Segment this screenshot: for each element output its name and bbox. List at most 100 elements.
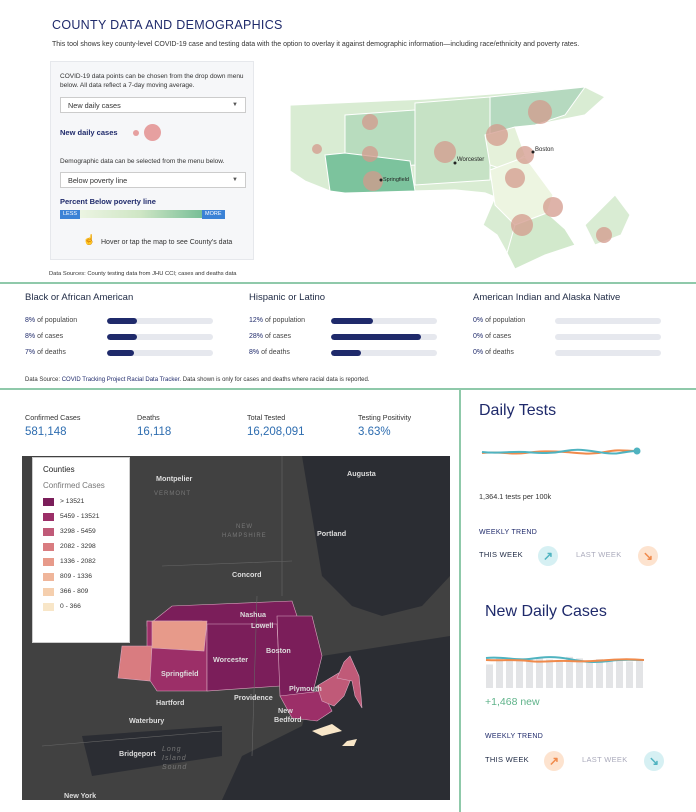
race-group-title: Hispanic or Latino xyxy=(249,292,326,303)
case-bar xyxy=(606,660,613,688)
case-bubble[interactable] xyxy=(362,114,378,130)
race-section: Black or African American 8% of populatio… xyxy=(0,284,696,388)
covid-help-text: COVID-19 data points can be chosen from … xyxy=(60,73,244,89)
state-nh-2: HAMPSHIRE xyxy=(222,533,267,539)
case-bar xyxy=(626,661,633,688)
case-bubble[interactable] xyxy=(516,146,534,164)
covid-select-value: New daily cases xyxy=(68,100,121,110)
county-fill[interactable] xyxy=(151,620,208,652)
city-new-york: New York xyxy=(64,791,96,800)
legend-swatch xyxy=(43,497,54,506)
legend-row: 366 - 809 xyxy=(43,586,99,597)
city-springfield: Springfield xyxy=(161,669,199,678)
case-bubble[interactable] xyxy=(486,124,508,146)
case-bubble[interactable] xyxy=(505,168,525,188)
race-stat-label: of cases xyxy=(264,333,292,340)
covid-legend-label: New daily cases xyxy=(60,128,118,137)
race-stat-label: of population xyxy=(37,317,78,324)
less-tag: LESS xyxy=(60,210,81,219)
race-source: Data Source: COVID Tracking Project Raci… xyxy=(25,377,370,383)
demo-help-text: Demographic data can be selected from th… xyxy=(60,158,225,165)
case-bubble[interactable] xyxy=(434,141,456,163)
weekly-trend-label: WEEKLY TREND xyxy=(485,733,544,740)
race-stat-value: 7% xyxy=(25,349,36,356)
state-nh-1: NEW xyxy=(236,524,253,530)
race-stat-bar xyxy=(107,350,213,356)
covid-data-select[interactable]: New daily cases ▼ xyxy=(60,97,246,113)
chevron-down-icon: ▼ xyxy=(232,102,238,108)
demo-select-value: Below poverty line xyxy=(68,175,128,185)
race-stat-row: 0% of cases xyxy=(473,333,511,340)
case-bar xyxy=(576,658,583,688)
ma-county-map[interactable]: Worcester Boston Springfield xyxy=(285,75,665,280)
section-title: COUNTY DATA AND DEMOGRAPHICS xyxy=(52,18,283,32)
sparkline-endpoint xyxy=(633,447,641,455)
case-bubble[interactable] xyxy=(543,197,563,217)
city-augusta: Augusta xyxy=(347,469,377,478)
new-cases-count: +1,468 new xyxy=(485,696,540,708)
map-label-worcester: Worcester xyxy=(457,157,484,163)
demographic-select[interactable]: Below poverty line ▼ xyxy=(60,172,246,188)
hand-pointer-icon: ☝ xyxy=(83,235,96,246)
race-stat-value: 8% xyxy=(25,317,36,324)
legend-row: 0 - 366 xyxy=(43,601,99,612)
legend-row: 3298 - 5459 xyxy=(43,526,99,537)
race-stat-fill xyxy=(107,350,134,356)
race-stat-row: 12% of population xyxy=(249,317,305,324)
case-bubble[interactable] xyxy=(511,214,533,236)
label-sound: Sound xyxy=(162,764,187,771)
race-stat-bar xyxy=(107,334,213,340)
case-bar xyxy=(596,659,603,688)
county-fill[interactable] xyxy=(117,645,153,682)
legend-rows: > 13521 5459 - 13521 3298 - 5459 2082 - 329… xyxy=(43,496,99,616)
stat-label: Testing Positivity xyxy=(358,413,412,422)
map-label-springfield: Springfield xyxy=(383,177,409,183)
new-cases-title: New Daily Cases xyxy=(485,603,607,620)
stat-value: 581,148 xyxy=(25,426,67,438)
source-suffix: . Data shown is only for cases and death… xyxy=(179,377,370,383)
race-stat-row: 8% of cases xyxy=(25,333,63,340)
race-stat-value: 28% xyxy=(249,333,264,340)
legend-label: 366 - 809 xyxy=(60,588,89,595)
hover-hint: Hover or tap the map to see County's dat… xyxy=(101,239,233,246)
legend-swatch xyxy=(43,572,54,581)
stat-value: 16,208,091 xyxy=(247,426,305,438)
divider xyxy=(459,390,461,812)
city-portland: Portland xyxy=(317,529,346,538)
chevron-down-icon: ▼ xyxy=(232,177,238,183)
race-stat-row: 0% of deaths xyxy=(473,349,514,356)
race-stat-row: 0% of population xyxy=(473,317,525,324)
this-week-label: THIS WEEK xyxy=(479,550,523,559)
legend-label: 809 - 1336 xyxy=(60,573,92,580)
legend-swatch xyxy=(43,587,54,596)
race-stat-fill xyxy=(107,334,137,340)
race-stat-bar xyxy=(331,334,437,340)
stat-label: Confirmed Cases xyxy=(25,413,81,422)
race-stat-fill xyxy=(331,318,373,324)
more-tag: MORE xyxy=(202,210,225,219)
this-week-label: THIS WEEK xyxy=(485,755,529,764)
race-stat-value: 8% xyxy=(249,349,260,356)
stat-label: Total Tested xyxy=(247,413,286,422)
stat-value: 16,118 xyxy=(137,426,172,438)
case-bubble[interactable] xyxy=(528,100,552,124)
tests-per-100k: 1,364.1 tests per 100k xyxy=(479,492,552,501)
county-worcester[interactable] xyxy=(414,96,491,186)
race-stat-bar xyxy=(555,350,661,356)
race-stat-bar xyxy=(107,318,213,324)
city-montpelier: Montpelier xyxy=(156,474,193,483)
source-link[interactable]: COVID Tracking Project Racial Data Track… xyxy=(62,377,180,383)
case-bubble[interactable] xyxy=(596,227,612,243)
legend-subtitle: Confirmed Cases xyxy=(43,481,105,490)
last-week-label: LAST WEEK xyxy=(576,550,622,559)
case-bubble[interactable] xyxy=(312,144,322,154)
case-bar xyxy=(636,660,643,688)
race-stat-label: of population xyxy=(264,317,306,324)
case-bubble[interactable] xyxy=(362,146,378,162)
legend-swatch xyxy=(43,557,54,566)
controls-panel: COVID-19 data points can be chosen from … xyxy=(50,61,254,260)
race-stat-value: 12% xyxy=(249,317,264,324)
label-island: Island xyxy=(162,755,187,762)
race-stat-value: 8% xyxy=(25,333,36,340)
city-nashua: Nashua xyxy=(240,610,267,619)
